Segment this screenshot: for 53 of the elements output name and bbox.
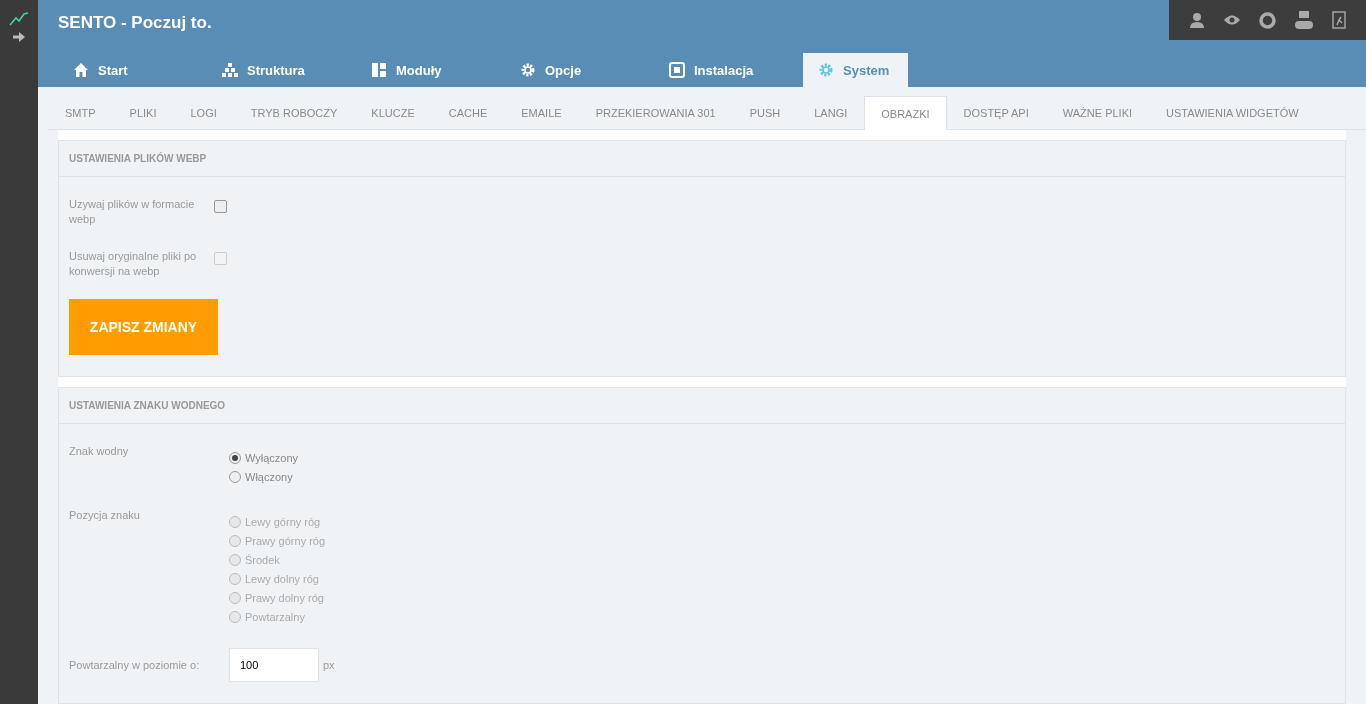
frame-icon: [669, 62, 685, 78]
sub-tab[interactable]: KLUCZE: [354, 96, 432, 129]
sub-tab[interactable]: PUSH: [732, 96, 798, 129]
panel-title: USTAWIENIA ZNAKU WODNEGO: [59, 388, 1345, 424]
sub-tab[interactable]: DOSTĘP API: [946, 96, 1046, 129]
unit-label: px: [323, 659, 335, 671]
option-label: Powtarzalny: [245, 610, 305, 623]
user-icon[interactable]: [1188, 12, 1205, 28]
nav-tab[interactable]: Start: [58, 53, 207, 87]
input-field[interactable]: 100: [229, 648, 319, 682]
nav-tab[interactable]: Struktura: [207, 53, 356, 87]
option-label: Prawy dolny róg: [245, 591, 324, 604]
nav-tab[interactable]: Moduły: [356, 53, 505, 87]
field-label: Uzywaj plików w formacie webp: [69, 197, 196, 227]
save-button[interactable]: ZAPISZ ZMIANY: [69, 299, 218, 355]
option-label: Lewy dolny róg: [245, 572, 319, 585]
field-label: Pozycja znaku: [69, 508, 141, 523]
settings-icon: [818, 62, 834, 78]
sub-tab[interactable]: EMAILE: [504, 96, 579, 129]
arrow-right-icon[interactable]: [13, 32, 25, 42]
eye-icon[interactable]: [1223, 14, 1240, 26]
option-label: Wyłączony: [245, 451, 299, 464]
sub-tab[interactable]: LANGI: [797, 96, 865, 129]
hierarchy-icon: [222, 62, 238, 78]
option-label: Prawy górny róg: [245, 534, 326, 547]
radio-button[interactable]: [229, 470, 241, 483]
chart-line-icon[interactable]: [9, 12, 29, 26]
sub-tab[interactable]: PLIKI: [112, 96, 174, 129]
option-label: Włączony: [245, 470, 293, 483]
home-icon: [73, 62, 89, 78]
checkbox[interactable]: [214, 200, 227, 213]
sub-tab[interactable]: PRZEKIEROWANIA 301: [578, 96, 733, 129]
field-label: Usuwaj oryginalne pliki po konwersji na webp: [69, 249, 198, 279]
settings-icon: [520, 62, 536, 78]
field-label: Powtarzalny w poziomie o:: [69, 657, 201, 673]
sub-tab[interactable]: OBRAZKI: [864, 96, 947, 130]
nav-tab[interactable]: System: [803, 53, 908, 87]
radio-button[interactable]: [229, 451, 241, 464]
lifebuoy-icon[interactable]: [1258, 11, 1276, 29]
sub-tab[interactable]: USTAWIENIA WIDGETÓW: [1149, 96, 1316, 129]
sub-tab[interactable]: CACHE: [431, 96, 505, 129]
panel-title: USTAWIENIA PLIKÓW WEBP: [59, 141, 1345, 177]
sub-tab[interactable]: WAŻNE PLIKI: [1045, 96, 1150, 129]
site-title: SENTO - Poczuj to.: [57, 12, 212, 34]
nav-tab[interactable]: Opcje: [505, 53, 654, 87]
sub-tab[interactable]: TRYB ROBOCZY: [233, 96, 355, 129]
sub-tab[interactable]: SMTP: [48, 96, 113, 129]
option-label: Środek: [245, 553, 280, 566]
sub-tab[interactable]: LOGI: [173, 96, 234, 129]
field-label: Znak wodny: [69, 444, 130, 459]
nav-tab[interactable]: Instalacja: [654, 53, 803, 87]
layout-icon: [371, 62, 387, 78]
option-label: Lewy górny róg: [245, 515, 321, 528]
